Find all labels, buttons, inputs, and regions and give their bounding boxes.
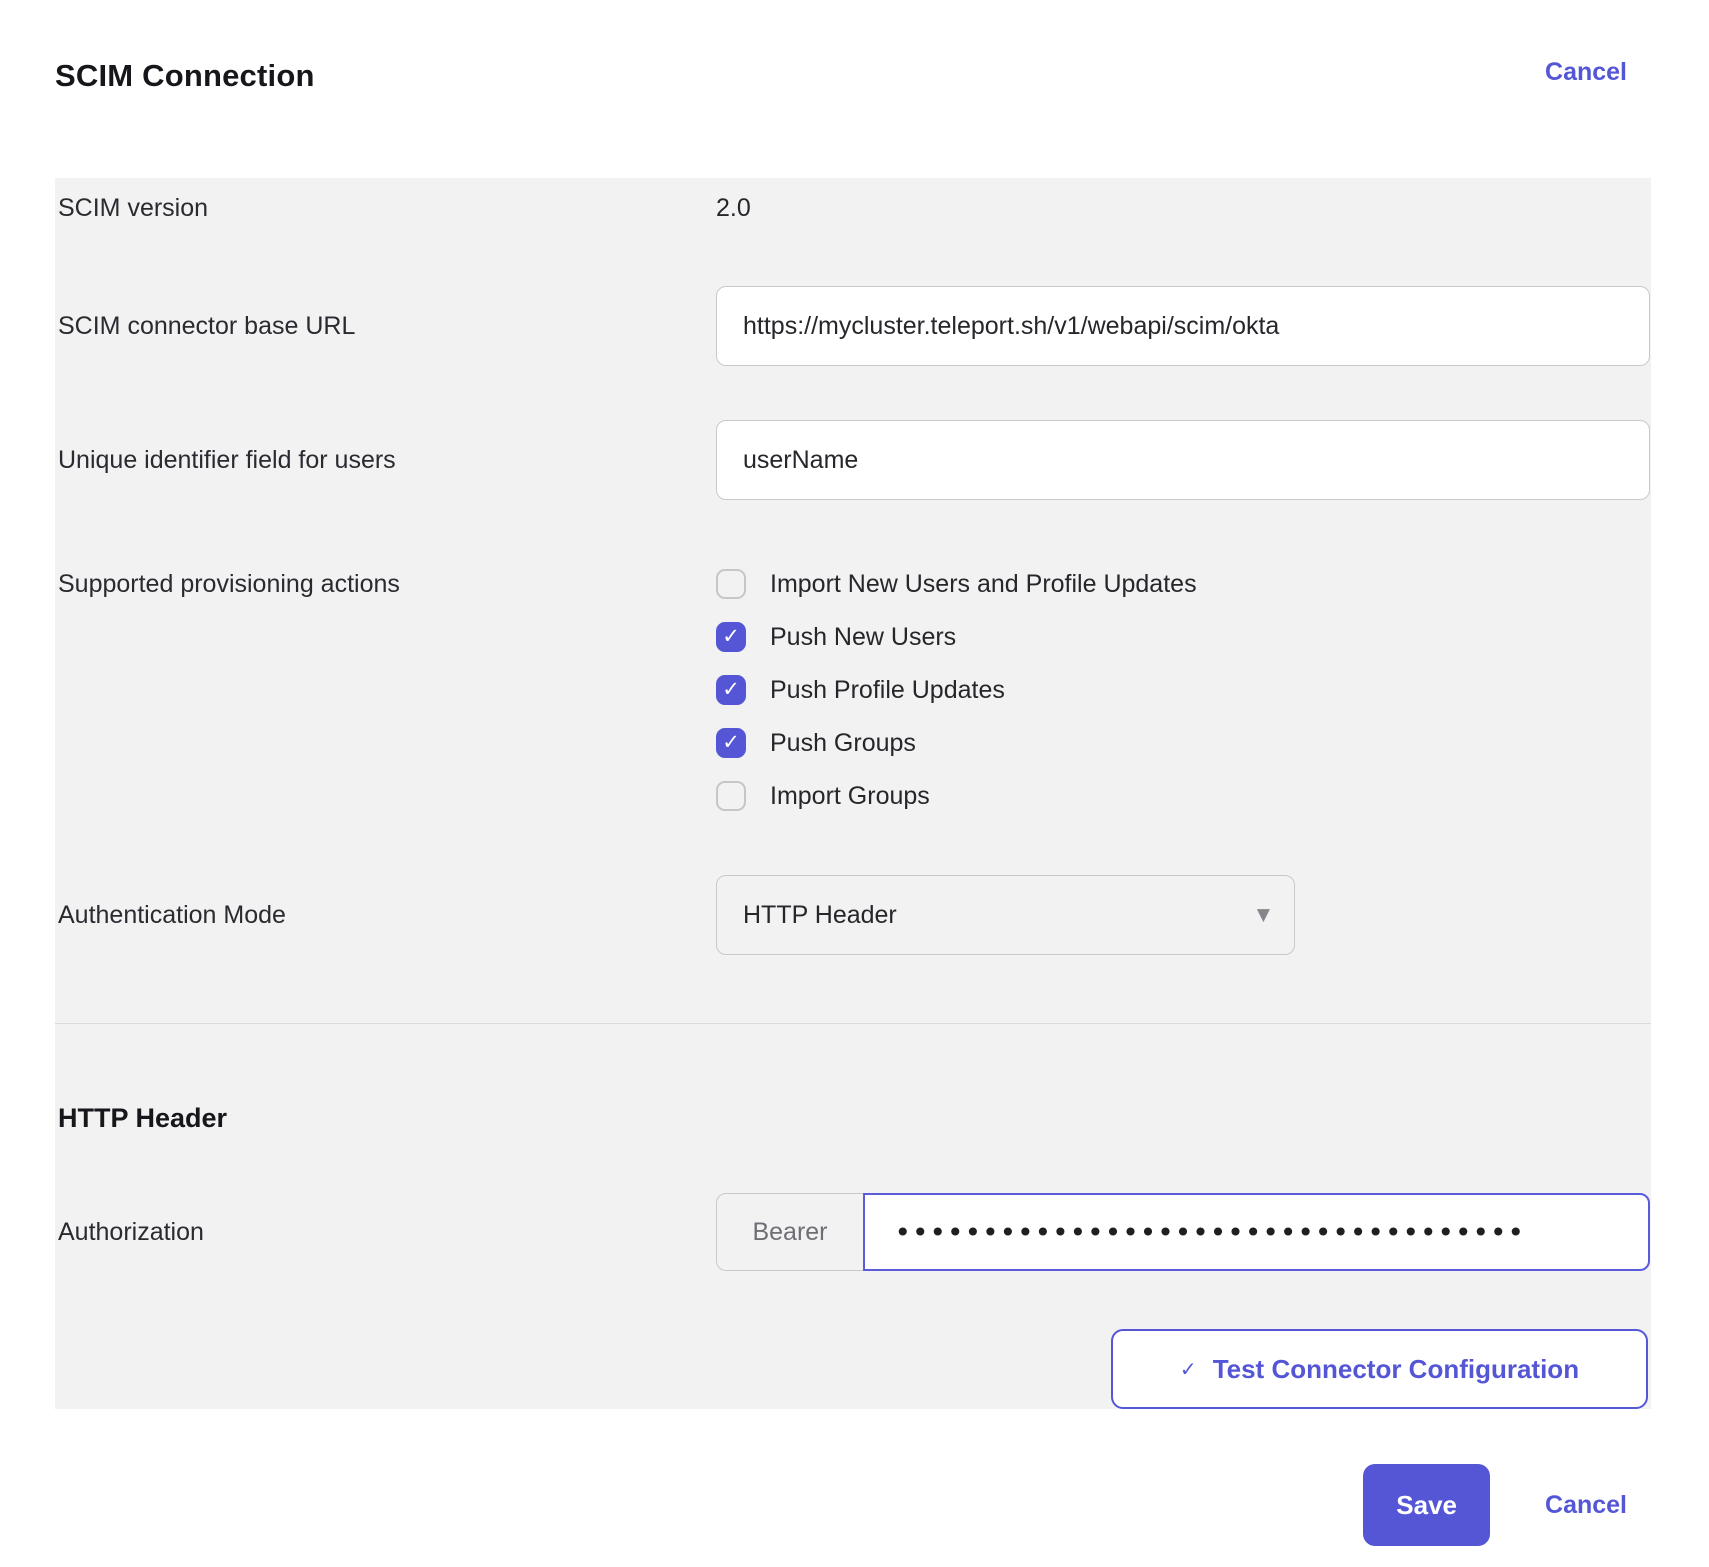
checkbox-push-profile-updates-icon[interactable]: ✓ [716, 675, 746, 705]
scim-version-label: SCIM version [58, 192, 716, 224]
authorization-field-group: Bearer [716, 1193, 1650, 1271]
authorization-label: Authorization [58, 1216, 716, 1248]
footer-actions: Save Cancel [0, 1464, 1709, 1546]
check-icon: ✓ [1180, 1357, 1197, 1381]
scim-version-row: SCIM version 2.0 [55, 192, 1651, 224]
save-button[interactable]: Save [1363, 1464, 1490, 1546]
provisioning-option[interactable]: Import Groups [716, 775, 1650, 817]
unique-id-input[interactable] [716, 420, 1650, 500]
unique-id-row: Unique identifier field for users [55, 420, 1651, 500]
cancel-link-top[interactable]: Cancel [1545, 58, 1627, 87]
base-url-label: SCIM connector base URL [58, 310, 716, 342]
page-title: SCIM Connection [55, 58, 315, 94]
test-button-row: ✓ Test Connector Configuration [55, 1329, 1651, 1409]
bearer-prefix: Bearer [716, 1193, 864, 1271]
checkbox-label: Push Profile Updates [770, 676, 1005, 705]
base-url-input[interactable] [716, 286, 1650, 366]
http-header-section-heading: HTTP Header [55, 1101, 1651, 1135]
checkbox-import-new-users-icon[interactable] [716, 569, 746, 599]
unique-id-label: Unique identifier field for users [58, 444, 716, 476]
checkbox-label: Push New Users [770, 623, 956, 652]
page-header: SCIM Connection Cancel [0, 0, 1709, 94]
auth-mode-row: Authentication Mode HTTP Header ▼ [55, 875, 1651, 955]
provisioning-label: Supported provisioning actions [58, 563, 716, 605]
section-divider [55, 1023, 1651, 1024]
checkbox-label: Import Groups [770, 782, 930, 811]
test-button-label: Test Connector Configuration [1213, 1354, 1579, 1385]
auth-mode-selected-value: HTTP Header [743, 901, 897, 930]
provisioning-option[interactable]: ✓ Push Profile Updates [716, 669, 1650, 711]
checkbox-push-new-users-icon[interactable]: ✓ [716, 622, 746, 652]
checkbox-push-groups-icon[interactable]: ✓ [716, 728, 746, 758]
test-connector-configuration-button[interactable]: ✓ Test Connector Configuration [1111, 1329, 1648, 1409]
checkbox-import-groups-icon[interactable] [716, 781, 746, 811]
authorization-token-input[interactable] [863, 1193, 1651, 1271]
authorization-row: Authorization Bearer [55, 1193, 1651, 1271]
provisioning-option[interactable]: Import New Users and Profile Updates [716, 563, 1650, 605]
provisioning-options: Import New Users and Profile Updates ✓ P… [716, 563, 1650, 817]
auth-mode-label: Authentication Mode [58, 899, 716, 931]
checkbox-label: Import New Users and Profile Updates [770, 570, 1197, 599]
checkbox-label: Push Groups [770, 729, 916, 758]
chevron-down-icon: ▼ [1257, 905, 1270, 925]
provisioning-row: Supported provisioning actions Import Ne… [55, 563, 1651, 817]
provisioning-option[interactable]: ✓ Push New Users [716, 616, 1650, 658]
base-url-row: SCIM connector base URL [55, 286, 1651, 366]
auth-mode-select[interactable]: HTTP Header ▼ [716, 875, 1295, 955]
scim-version-value: 2.0 [716, 192, 751, 224]
scim-connection-form: SCIM version 2.0 SCIM connector base URL… [55, 178, 1651, 1409]
provisioning-option[interactable]: ✓ Push Groups [716, 722, 1650, 764]
cancel-link-bottom[interactable]: Cancel [1545, 1491, 1627, 1520]
